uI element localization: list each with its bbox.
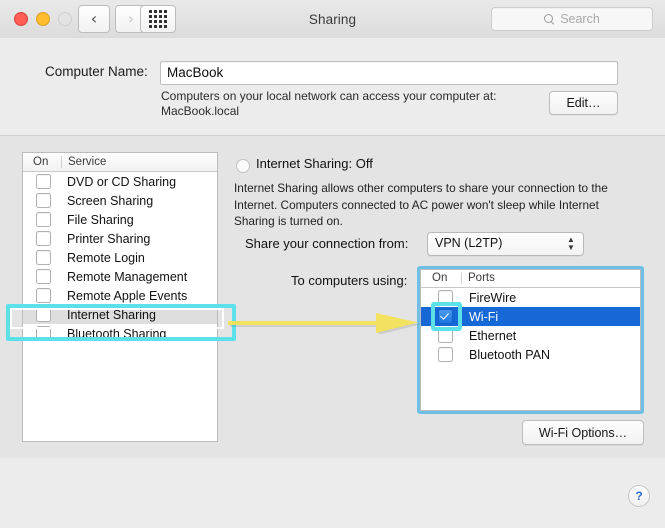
service-item-row[interactable]: File Sharing bbox=[23, 210, 217, 229]
service-item-row[interactable]: Internet Sharing bbox=[23, 305, 217, 324]
service-item-checkbox[interactable] bbox=[36, 326, 51, 341]
checkbox-unchecked-icon bbox=[438, 328, 453, 343]
share-from-label: Share your connection from: bbox=[245, 236, 409, 251]
service-item-checkbox[interactable] bbox=[36, 269, 51, 284]
service-item-label: DVD or CD Sharing bbox=[67, 174, 177, 189]
computer-name-value: MacBook bbox=[167, 65, 224, 80]
ports-table[interactable]: On Ports FireWire Wi-Fi Ethernet Bluetooth … bbox=[420, 269, 641, 411]
checkbox-unchecked-icon bbox=[36, 212, 51, 227]
checkbox-unchecked-icon bbox=[36, 326, 51, 341]
service-item-label: Bluetooth Sharing bbox=[67, 326, 167, 341]
service-item-label: Printer Sharing bbox=[67, 231, 151, 246]
services-column-on: On bbox=[33, 156, 49, 168]
internet-sharing-description: Internet Sharing allows other computers … bbox=[234, 181, 608, 228]
checkbox-unchecked-icon bbox=[36, 250, 51, 265]
port-item-checkbox[interactable] bbox=[438, 347, 453, 362]
ports-column-ports: Ports bbox=[468, 272, 495, 284]
checkbox-unchecked-icon bbox=[36, 174, 51, 189]
checkbox-unchecked-icon bbox=[36, 307, 51, 322]
service-item-label: Screen Sharing bbox=[67, 193, 154, 208]
service-item-checkbox[interactable] bbox=[36, 231, 51, 246]
note-line-2: MacBook.local bbox=[161, 104, 240, 118]
computer-name-input[interactable]: MacBook bbox=[160, 61, 618, 85]
ports-column-on: On bbox=[432, 272, 448, 284]
service-item-label: Remote Apple Events bbox=[67, 288, 188, 303]
service-item-row[interactable]: DVD or CD Sharing bbox=[23, 172, 217, 191]
services-list[interactable]: On Service DVD or CD Sharing Screen Shari… bbox=[22, 152, 218, 442]
chevron-updown-icon: ▲ ▼ bbox=[567, 235, 575, 252]
service-item-label: Internet Sharing bbox=[67, 307, 156, 322]
port-item-row[interactable]: Bluetooth PAN bbox=[421, 345, 640, 364]
service-item-row[interactable]: Remote Management bbox=[23, 267, 217, 286]
share-from-popup-button[interactable]: VPN (L2TP) ▲ ▼ bbox=[427, 232, 584, 256]
ports-table-wrapper: On Ports FireWire Wi-Fi Ethernet Bluetooth … bbox=[420, 269, 641, 411]
service-item-checkbox[interactable] bbox=[36, 212, 51, 227]
port-item-row[interactable]: Wi-Fi bbox=[421, 307, 640, 326]
checkbox-unchecked-icon bbox=[36, 193, 51, 208]
checkbox-unchecked-icon bbox=[438, 290, 453, 305]
service-item-row[interactable]: Printer Sharing bbox=[23, 229, 217, 248]
computer-name-note: Computers on your local network can acce… bbox=[161, 89, 561, 119]
window-titlebar: ‹ › Sharing Search bbox=[0, 0, 665, 39]
column-divider bbox=[461, 273, 462, 284]
search-placeholder: Search bbox=[560, 12, 600, 26]
ports-table-header: On Ports bbox=[421, 270, 640, 288]
service-item-checkbox[interactable] bbox=[36, 288, 51, 303]
services-list-header: On Service bbox=[23, 153, 217, 172]
service-item-checkbox[interactable] bbox=[36, 174, 51, 189]
service-item-checkbox[interactable] bbox=[36, 193, 51, 208]
help-button[interactable]: ? bbox=[628, 485, 650, 507]
service-item-row[interactable]: Bluetooth Sharing bbox=[23, 324, 217, 343]
to-computers-using-label: To computers using: bbox=[291, 273, 408, 288]
bottom-bar bbox=[0, 458, 665, 528]
port-item-label: Ethernet bbox=[469, 328, 517, 343]
service-item-row[interactable]: Remote Apple Events bbox=[23, 286, 217, 305]
search-icon bbox=[544, 13, 555, 25]
port-item-row[interactable]: FireWire bbox=[421, 288, 640, 307]
port-item-label: Wi-Fi bbox=[469, 309, 499, 324]
edit-button[interactable]: Edit… bbox=[549, 91, 618, 115]
port-item-checkbox[interactable] bbox=[438, 328, 453, 343]
service-item-row[interactable]: Screen Sharing bbox=[23, 191, 217, 210]
service-item-label: Remote Login bbox=[67, 250, 145, 265]
column-divider bbox=[61, 156, 62, 168]
port-item-checkbox[interactable] bbox=[438, 309, 453, 324]
port-item-label: FireWire bbox=[469, 290, 517, 305]
checkbox-unchecked-icon bbox=[36, 269, 51, 284]
note-line-1: Computers on your local network can acce… bbox=[161, 89, 497, 103]
services-column-service: Service bbox=[68, 156, 107, 168]
service-item-checkbox[interactable] bbox=[36, 307, 51, 322]
computer-name-label: Computer Name: bbox=[45, 64, 148, 79]
port-item-row[interactable]: Ethernet bbox=[421, 326, 640, 345]
service-item-label: File Sharing bbox=[67, 212, 134, 227]
service-item-row[interactable]: Remote Login bbox=[23, 248, 217, 267]
share-from-value: VPN (L2TP) bbox=[435, 236, 503, 250]
checkbox-unchecked-icon bbox=[36, 288, 51, 303]
wifi-options-button[interactable]: Wi-Fi Options… bbox=[522, 420, 644, 445]
checkbox-unchecked-icon bbox=[438, 347, 453, 362]
services-rows: DVD or CD Sharing Screen Sharing File Shar… bbox=[23, 172, 217, 343]
computer-name-section bbox=[0, 38, 665, 135]
port-item-label: Bluetooth PAN bbox=[469, 347, 551, 362]
checkbox-unchecked-icon bbox=[36, 231, 51, 246]
checkbox-checked-icon bbox=[438, 309, 453, 324]
port-item-checkbox[interactable] bbox=[438, 290, 453, 305]
ports-rows: FireWire Wi-Fi Ethernet Bluetooth PAN bbox=[421, 288, 640, 364]
internet-sharing-status-indicator bbox=[236, 159, 250, 173]
service-item-label: Remote Management bbox=[67, 269, 188, 284]
service-item-checkbox[interactable] bbox=[36, 250, 51, 265]
internet-sharing-status-title: Internet Sharing: Off bbox=[256, 156, 373, 171]
sharing-preferences-window: ‹ › Sharing Search Computer Name: MacBoo… bbox=[0, 0, 665, 528]
search-field[interactable]: Search bbox=[491, 7, 653, 31]
